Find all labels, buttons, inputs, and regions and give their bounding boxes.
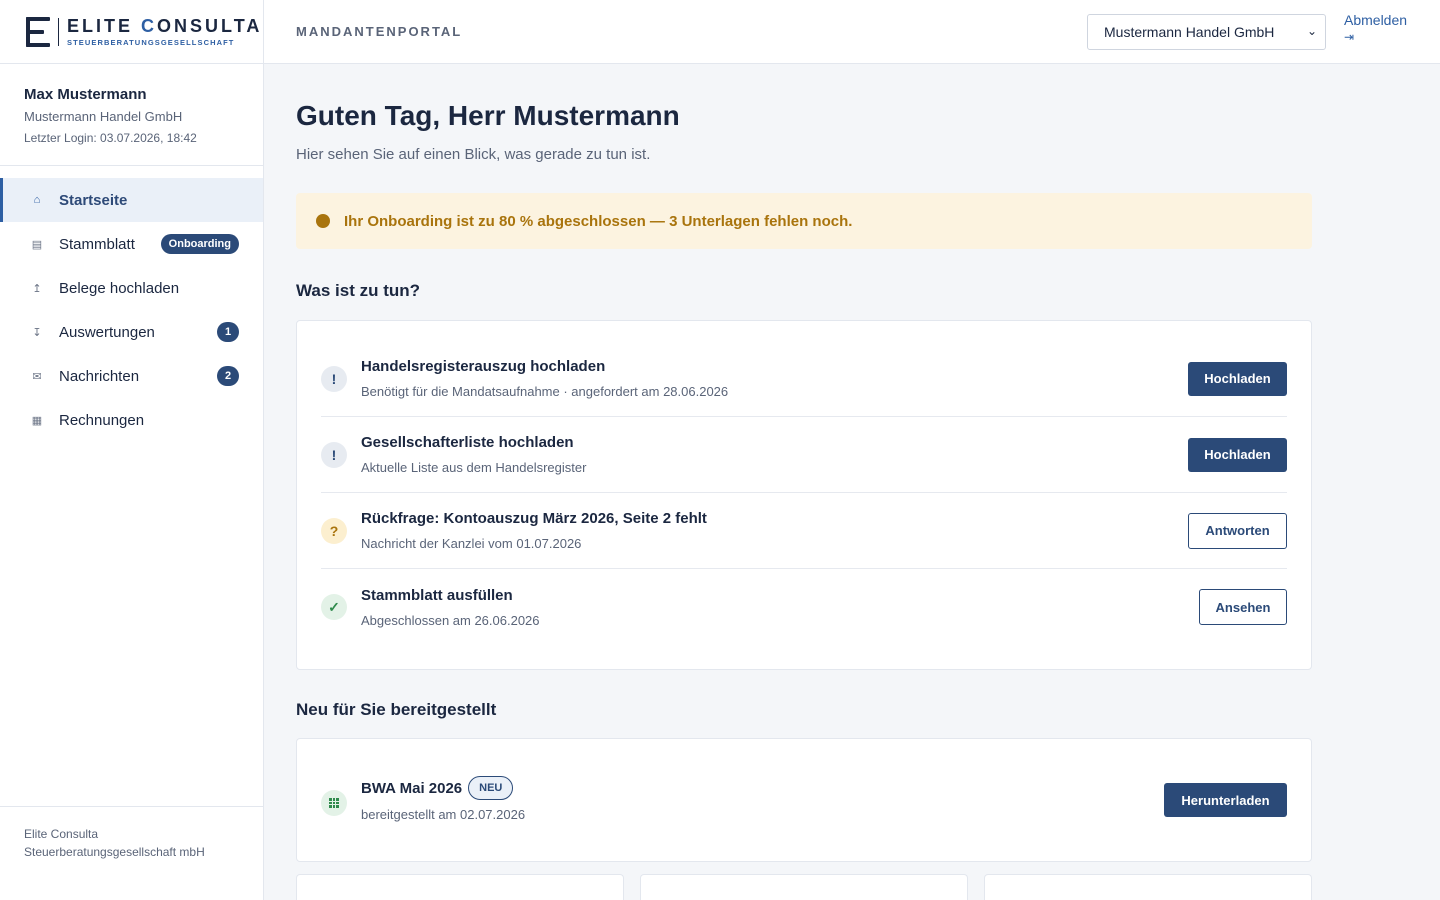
bottom-cards [296,874,1312,900]
logout-icon: ⇥ [1344,30,1355,44]
sidebar-footer: Elite Consulta Steuerberatungsgesellscha… [0,806,263,900]
summary-card [296,874,624,900]
top-header: MANDANTENPORTAL Mustermann Handel GmbH ⌄… [264,0,1440,64]
task-title: Gesellschafterliste hochladen [361,434,574,451]
logo-name-part3: ONSULTA [157,15,263,36]
footer-line1: Elite Consulta [24,827,99,841]
logo-name-part1: ELITE [67,15,134,36]
portal-title: MANDANTENPORTAL [296,24,463,39]
chevron-down-icon: ⌄ [1306,24,1317,38]
sidebar-item-label: Nachrichten [59,367,140,385]
document-icon: ▤ [31,238,43,251]
task-title: Stammblatt ausfüllen [361,586,513,604]
task-title: Rückfrage: Kontoauszug März 2026, Seite … [361,510,707,527]
home-icon: ⌂ [33,194,41,206]
sidebar-item-label: Startseite [59,191,128,209]
sidebar-item-label: Belege hochladen [59,279,180,297]
task-subtitle: Benötigt für die Mandatsaufnahme · angef… [361,384,729,399]
logo-name-part2: C [141,15,158,36]
new-document-card: BWA Mai 2026 NEU bereitgestellt am 02.07… [296,738,1312,862]
sidebar-item-label: Auswertungen [59,323,155,341]
footer-line2: Steuerberatungsgesellschaft mbH [24,845,205,859]
task-subtitle: Aktuelle Liste aus dem Handelsregister [361,460,587,475]
mail-icon: ✉ [32,370,42,383]
page-subtitle: Hier sehen Sie auf einen Blick, was gera… [296,146,651,163]
logo-mark-icon [26,16,50,47]
logout-label: Abmelden [1344,12,1408,28]
exclamation-icon: ! [321,365,347,392]
new-badge: NEU [468,776,514,800]
page-title: Guten Tag, Herr Mustermann [296,100,680,131]
task-row: ! Gesellschafterliste hochladen Aktuelle… [321,417,1287,493]
onboarding-alert: Ihr Onboarding ist zu 80 % abgeschlossen… [296,193,1312,249]
sidebar-item-nachrichten[interactable]: ✉ Nachrichten 2 [0,354,263,398]
alert-text: Ihr Onboarding ist zu 80 % abgeschlossen… [344,212,853,230]
download-icon: ↧ [32,326,42,339]
document-title-row: BWA Mai 2026 NEU [361,776,514,800]
sidebar-item-rechnungen[interactable]: ▦ Rechnungen [0,398,263,442]
onboarding-badge: Onboarding [160,234,239,254]
new-section-title: Neu für Sie bereitgestellt [296,700,497,719]
exclamation-icon: ! [321,441,347,468]
todo-section-title: Was ist zu tun? [296,281,421,300]
upload-icon: ↥ [32,282,42,295]
summary-card [640,874,968,900]
user-company: Mustermann Handel GmbH [24,109,183,124]
client-select[interactable]: Mustermann Handel GmbH ⌄ [1087,14,1326,50]
logo[interactable]: ELITE CONSULTA STEUERBERATUNGSGESELLSCHA… [0,0,263,64]
download-button[interactable]: Herunterladen [1164,783,1287,817]
sidebar-item-label: Rechnungen [59,411,145,429]
task-row: ! Handelsregisterauszug hochladen Benöti… [321,341,1287,417]
task-row: ? Rückfrage: Kontoauszug März 2026, Seit… [321,493,1287,569]
client-select-value: Mustermann Handel GmbH [1104,24,1275,40]
count-badge: 1 [217,322,239,342]
logo-divider [58,17,59,46]
last-login: Letzter Login: 03.07.2026, 18:42 [24,131,197,145]
logo-tagline: STEUERBERATUNGSGESELLSCHAFT [67,37,235,47]
document-title: BWA Mai 2026 [361,779,463,797]
upload-button[interactable]: Hochladen [1188,437,1287,472]
view-button[interactable]: Ansehen [1199,589,1287,625]
user-info: Max Mustermann Mustermann Handel GmbH Le… [0,64,263,166]
spreadsheet-icon [321,790,347,816]
sidebar-item-auswertungen[interactable]: ↧ Auswertungen 1 [0,310,263,354]
question-icon: ? [321,517,347,544]
sidebar-item-label: Stammblatt [59,235,135,253]
alert-dot-icon [316,214,330,228]
user-name: Max Mustermann [24,86,147,103]
task-row: ✓ Stammblatt ausfüllen Abgeschlossen am … [321,569,1287,645]
document-subtitle: bereitgestellt am 02.07.2026 [361,807,526,822]
task-title: Handelsregisterauszug hochladen [361,358,606,375]
summary-card [984,874,1312,900]
sidebar-item-stammblatt[interactable]: ▤ Stammblatt Onboarding [0,222,263,266]
sidebar: ELITE CONSULTA STEUERBERATUNGSGESELLSCHA… [0,0,264,900]
logo-text: ELITE CONSULTA STEUERBERATUNGSGESELLSCHA… [67,17,262,47]
logout-link[interactable]: Abmelden ⇥ [1344,12,1407,44]
task-subtitle: Abgeschlossen am 26.06.2026 [361,612,540,628]
checkmark-icon: ✓ [321,594,347,620]
invoice-grid-icon: ▦ [31,414,43,427]
upload-button[interactable]: Hochladen [1188,361,1287,396]
sidebar-nav: ⌂ Startseite ▤ Stammblatt Onboarding ↥ B… [0,178,263,442]
sidebar-item-startseite[interactable]: ⌂ Startseite [0,178,263,222]
count-badge: 2 [217,366,239,386]
main-content: Guten Tag, Herr Mustermann Hier sehen Si… [296,64,1312,900]
todo-card: ! Handelsregisterauszug hochladen Benöti… [296,320,1312,670]
sidebar-item-belege-hochladen[interactable]: ↥ Belege hochladen [0,266,263,310]
reply-button[interactable]: Antworten [1188,512,1287,549]
task-subtitle: Nachricht der Kanzlei vom 01.07.2026 [361,536,582,551]
